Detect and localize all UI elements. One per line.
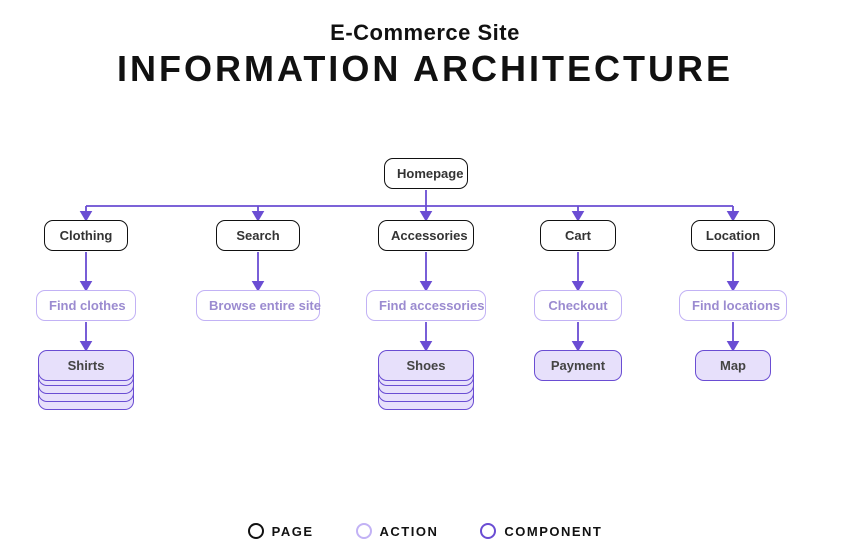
node-page-cart: Cart (540, 220, 616, 251)
node-page-accessories: Accessories (378, 220, 474, 251)
diagram-canvas: Homepage Clothing Find clothes Shirts Se… (0, 110, 850, 470)
node-component-shoes: Shoes (378, 350, 474, 381)
node-component-payment: Payment (534, 350, 622, 381)
node-page-clothing: Clothing (44, 220, 128, 251)
legend-component: COMPONENT (480, 523, 602, 539)
diagram-subtitle: E-Commerce Site (0, 20, 850, 46)
legend-swatch-action (356, 523, 372, 539)
legend: PAGE ACTION COMPONENT (0, 523, 850, 539)
node-action-find-locations: Find locations (679, 290, 787, 321)
diagram-title: INFORMATION ARCHITECTURE (0, 48, 850, 90)
legend-swatch-page (248, 523, 264, 539)
legend-swatch-component (480, 523, 496, 539)
legend-label-action: ACTION (380, 524, 439, 539)
node-action-find-accessories: Find accessories (366, 290, 486, 321)
node-component-shirts: Shirts (38, 350, 134, 381)
node-page-location: Location (691, 220, 775, 251)
node-component-map: Map (695, 350, 771, 381)
legend-action: ACTION (356, 523, 439, 539)
node-page-search: Search (216, 220, 300, 251)
node-action-checkout: Checkout (534, 290, 622, 321)
node-action-browse-site: Browse entire site (196, 290, 320, 321)
legend-page: PAGE (248, 523, 314, 539)
node-action-find-clothes: Find clothes (36, 290, 136, 321)
title-block: E-Commerce Site INFORMATION ARCHITECTURE (0, 0, 850, 90)
legend-label-component: COMPONENT (504, 524, 602, 539)
node-homepage: Homepage (384, 158, 468, 189)
legend-label-page: PAGE (272, 524, 314, 539)
